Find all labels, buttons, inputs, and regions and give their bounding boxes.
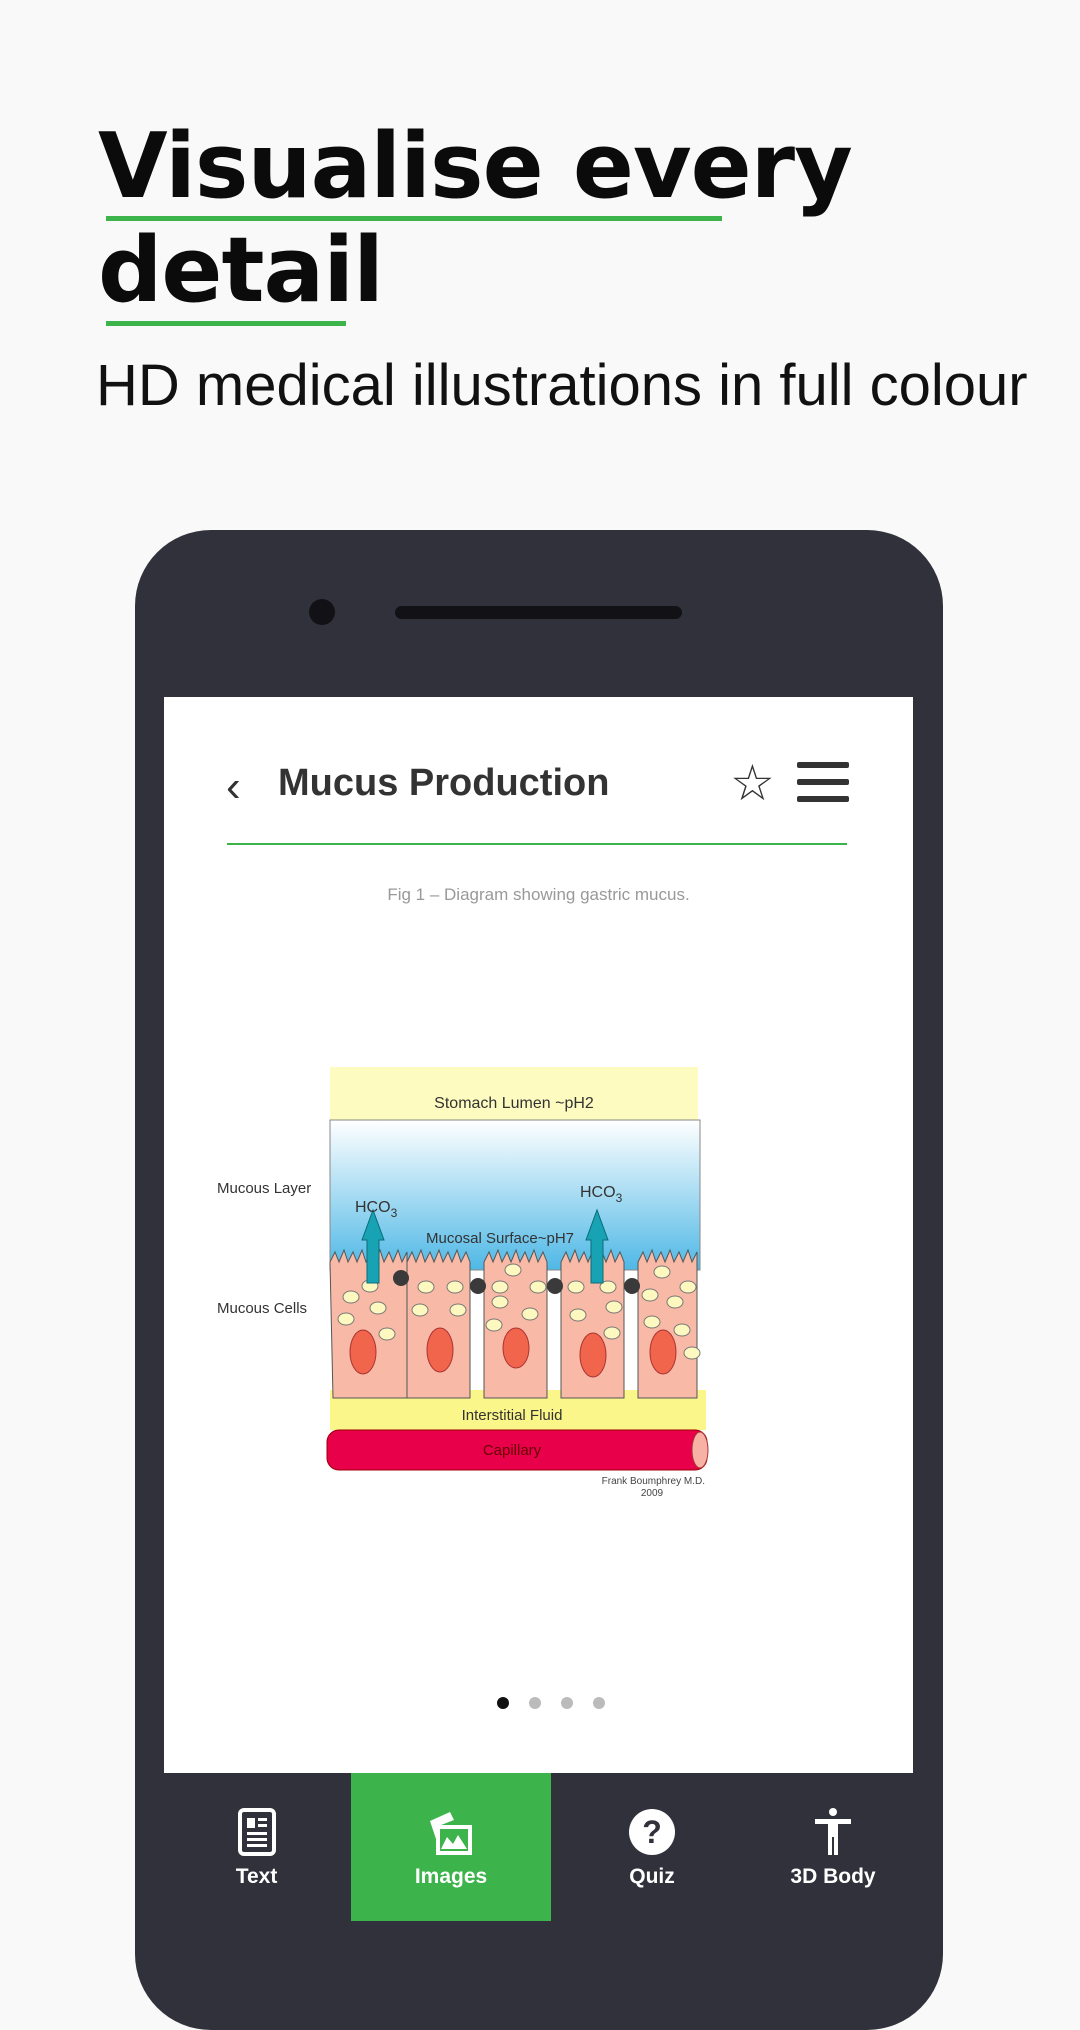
pager-dot[interactable] [529, 1697, 541, 1709]
back-button[interactable]: ‹ [226, 762, 241, 812]
figure-caption: Fig 1 – Diagram showing gastric mucus. [387, 885, 690, 904]
favorite-button[interactable]: ☆ [730, 754, 775, 812]
pager-dots [497, 1697, 605, 1709]
question-circle-icon: ? [629, 1809, 675, 1855]
svg-text:?: ? [642, 1814, 662, 1850]
pager-dot[interactable] [593, 1697, 605, 1709]
pager-dot[interactable] [561, 1697, 573, 1709]
camera-icon [309, 599, 335, 625]
human-figure-icon [815, 1808, 851, 1855]
header-divider [227, 843, 847, 845]
tab-label: Images [414, 1865, 488, 1888]
chevron-left-icon: ‹ [226, 762, 241, 811]
capillary-end [691, 1431, 709, 1469]
images-icon [430, 1812, 472, 1855]
tab-label: Text [235, 1865, 278, 1888]
lumen-label: Stomach Lumen ~pH2 [434, 1095, 594, 1112]
mucous-layer-label: Mucous Layer [217, 1180, 311, 1197]
hamburger-menu-icon [797, 762, 849, 768]
tab-quiz[interactable]: ? Quiz [553, 1773, 751, 1921]
page-title: Mucus Production [278, 762, 610, 804]
credit-line1: Frank Boumphrey M.D. [602, 1476, 705, 1487]
tab-label: Quiz [629, 1865, 675, 1888]
speaker-grille [395, 606, 682, 619]
title-underline [106, 321, 346, 326]
tab-text[interactable]: Text [164, 1773, 349, 1921]
article-icon [237, 1808, 276, 1856]
star-outline-icon: ☆ [730, 755, 775, 811]
mucous-layer-region [329, 1119, 701, 1271]
lumen-region [330, 1067, 698, 1120]
capillary-label: Capillary [483, 1442, 542, 1459]
mucus-diagram: Stomach Lumen ~pH2 Mucous Layer Mucous C… [217, 1067, 709, 1499]
pager-dot[interactable] [497, 1697, 509, 1709]
tab-label: 3D Body [790, 1865, 876, 1888]
mucosal-surface-label: Mucosal Surface~pH7 [426, 1230, 574, 1247]
mucous-cells-label: Mucous Cells [217, 1300, 307, 1317]
tab-3d-body[interactable]: 3D Body [753, 1773, 913, 1921]
hero-title-line2: detail [98, 218, 384, 323]
menu-button[interactable] [797, 762, 849, 802]
credit-line2: 2009 [641, 1488, 664, 1499]
interstitial-label: Interstitial Fluid [462, 1407, 563, 1424]
hero-subtitle: HD medical illustrations in full colour [96, 353, 1028, 418]
bottom-nav: Text Images ? Quiz 3D Body [164, 1773, 913, 1921]
hero-title-line1: Visualise every [98, 114, 853, 219]
tab-images[interactable]: Images [351, 1773, 551, 1921]
